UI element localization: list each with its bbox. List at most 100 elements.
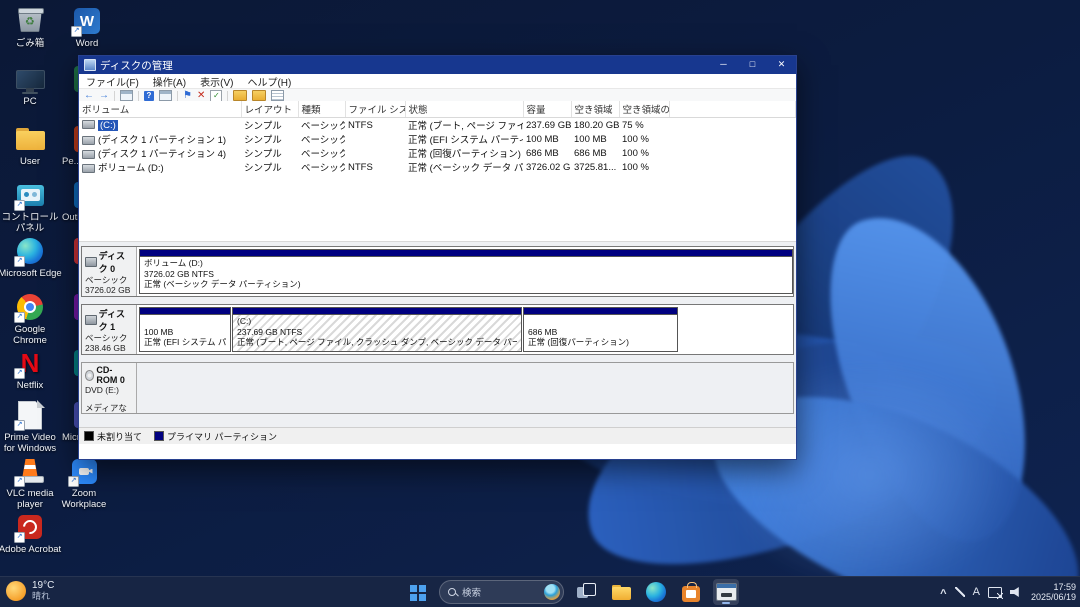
- details-view-icon[interactable]: [271, 90, 284, 101]
- forward-icon[interactable]: →: [99, 91, 109, 101]
- close-button[interactable]: ✕: [767, 56, 796, 74]
- pc-icon: [15, 64, 45, 94]
- col-volume[interactable]: ボリューム: [79, 101, 241, 118]
- file-explorer-icon: [612, 585, 631, 600]
- menu-help[interactable]: ヘルプ(H): [240, 74, 298, 89]
- disk0-row: ディスク 0 ベーシック 3726.02 GB オンライン ボリューム (D:)…: [81, 246, 794, 297]
- volume-row-c[interactable]: (C:) シンプル ベーシック NTFS 正常 (ブート, ページ ファイル, …: [79, 118, 796, 133]
- title-bar[interactable]: ディスクの管理: [79, 56, 796, 74]
- adobe-acrobat-icon: ↗: [15, 512, 45, 542]
- col-free[interactable]: 空き領域: [571, 101, 619, 118]
- col-free-pct[interactable]: 空き領域の割...: [619, 101, 669, 118]
- col-capacity[interactable]: 容量: [523, 101, 571, 118]
- folder-icon[interactable]: [233, 90, 247, 101]
- list-header-row: ボリューム レイアウト 種類 ファイル システム 状態 容量 空き領域 空き領域…: [79, 101, 796, 118]
- desktop-icon-zoom-workplace[interactable]: ↗ Zoom Workplace: [52, 456, 116, 510]
- search-placeholder: 検索: [462, 585, 539, 599]
- shortcut-arrow-icon: ↗: [14, 312, 25, 323]
- desktop-icon-edge[interactable]: ↗ Microsoft Edge: [0, 236, 62, 279]
- shortcut-arrow-icon: ↗: [14, 532, 25, 543]
- shortcut-arrow-icon: ↗: [14, 368, 25, 379]
- window-title: ディスクの管理: [100, 58, 173, 73]
- check-icon[interactable]: ✓: [210, 90, 222, 102]
- legend-unallocated: 未割り当て: [84, 430, 142, 443]
- clock-time: 17:59: [1031, 582, 1076, 592]
- minimize-button[interactable]: ─: [709, 56, 738, 74]
- volume-row-d[interactable]: ボリューム (D:) シンプル ベーシック NTFS 正常 (ベーシック データ…: [79, 160, 796, 174]
- desktop-icon-label: PC: [0, 96, 62, 107]
- cd-icon: [85, 370, 94, 381]
- desktop-icon-control-panel[interactable]: ↗ コントロール パネル: [0, 180, 62, 234]
- col-status[interactable]: 状態: [405, 101, 523, 118]
- file-explorer-button[interactable]: [608, 579, 634, 605]
- edge-icon: ↗: [15, 236, 45, 266]
- start-button[interactable]: [404, 579, 430, 605]
- weather-temp: 19°C: [32, 580, 54, 591]
- cdrom-label[interactable]: CD-ROM 0 DVD (E:) メディアなし: [82, 363, 137, 413]
- help-icon[interactable]: ?: [144, 91, 154, 101]
- desktop-icon-user-folder[interactable]: User: [0, 124, 62, 167]
- partition-recovery[interactable]: 686 MB 正常 (回復パーティション): [523, 307, 678, 352]
- delete-icon[interactable]: ✕: [197, 91, 205, 101]
- folder-icon[interactable]: [252, 90, 266, 101]
- maximize-button[interactable]: □: [738, 56, 767, 74]
- taskbar: 19°C 晴れ 検索 ^ A: [0, 576, 1080, 607]
- desktop-icon-label: Microsoft Edge: [0, 268, 62, 279]
- menu-bar: ファイル(F) 操作(A) 表示(V) ヘルプ(H): [79, 74, 796, 89]
- unallocated-color-swatch: [84, 431, 94, 441]
- pen-icon[interactable]: [955, 587, 965, 597]
- disk-management-taskbar-button[interactable]: [713, 579, 739, 605]
- primary-partition-strip: [140, 250, 792, 257]
- folder-icon: [15, 124, 45, 154]
- window-icon: [84, 59, 96, 71]
- bing-daily-image[interactable]: [544, 584, 560, 600]
- partition-c-selected[interactable]: (C:) 237.69 GB NTFS 正常 (ブート, ページ ファイル, ク…: [232, 307, 522, 352]
- disk0-label[interactable]: ディスク 0 ベーシック 3726.02 GB オンライン: [82, 247, 137, 296]
- menu-view[interactable]: 表示(V): [193, 74, 240, 89]
- disk1-row: ディスク 1 ベーシック 238.46 GB オンライン 100 MB 正常 (…: [81, 304, 794, 355]
- console-window-icon[interactable]: [120, 90, 133, 101]
- shortcut-arrow-icon: ↗: [71, 26, 82, 37]
- menu-action[interactable]: 操作(A): [146, 74, 193, 89]
- volume-list: ボリューム レイアウト 種類 ファイル システム 状態 容量 空き領域 空き領域…: [79, 101, 796, 241]
- drive-icon: [82, 164, 95, 173]
- shortcut-arrow-icon: ↗: [14, 256, 25, 267]
- disk-graphical-pane: ディスク 0 ベーシック 3726.02 GB オンライン ボリューム (D:)…: [79, 241, 796, 444]
- desktop-icon-pc[interactable]: PC: [0, 64, 62, 107]
- network-icon[interactable]: [988, 587, 1002, 598]
- microsoft-store-button[interactable]: [678, 579, 704, 605]
- desktop-icon-recycle-bin[interactable]: ♻ ごみ箱: [0, 6, 62, 49]
- partition-d[interactable]: ボリューム (D:) 3726.02 GB NTFS 正常 (ベーシック データ…: [139, 249, 793, 294]
- col-type[interactable]: 種類: [298, 101, 345, 118]
- flag-icon[interactable]: ⚑: [183, 91, 192, 101]
- edge-button[interactable]: [643, 579, 669, 605]
- console-window-icon[interactable]: [159, 90, 172, 101]
- desktop-icon-word[interactable]: W ↗ Word: [55, 6, 119, 49]
- speaker-icon[interactable]: [1010, 587, 1023, 598]
- back-icon[interactable]: ←: [84, 91, 94, 101]
- shortcut-arrow-icon: ↗: [68, 476, 79, 487]
- search-icon: [448, 588, 457, 597]
- menu-file[interactable]: ファイル(F): [79, 74, 146, 89]
- col-filesystem[interactable]: ファイル システム: [345, 101, 405, 118]
- desktop-icon-chrome[interactable]: ↗ Google Chrome: [0, 292, 62, 346]
- disk1-label[interactable]: ディスク 1 ベーシック 238.46 GB オンライン: [82, 305, 137, 354]
- partition-efi[interactable]: 100 MB 正常 (EFI システム パーティション): [139, 307, 231, 352]
- windows-logo-icon: [410, 585, 417, 592]
- chevron-up-icon[interactable]: ^: [940, 588, 946, 600]
- control-panel-icon: ↗: [15, 180, 45, 210]
- disk-management-icon: [716, 583, 737, 601]
- task-view-button[interactable]: [573, 579, 599, 605]
- volume-row-efi[interactable]: (ディスク 1 パーティション 1) シンプル ベーシック 正常 (EFI シス…: [79, 132, 796, 146]
- ime-indicator[interactable]: A: [973, 586, 980, 598]
- desktop-icon-adobe-acrobat[interactable]: ↗ Adobe Acrobat: [0, 512, 62, 555]
- col-layout[interactable]: レイアウト: [241, 101, 298, 118]
- search-box[interactable]: 検索: [439, 580, 564, 604]
- desktop-icon-prime-video[interactable]: ↗ Prime Video for Windows: [0, 400, 62, 454]
- shortcut-arrow-icon: ↗: [14, 200, 25, 211]
- desktop-icon-netflix[interactable]: N ↗ Netflix: [0, 348, 62, 391]
- clock[interactable]: 17:59 2025/06/19: [1031, 582, 1076, 602]
- volume-row-recovery[interactable]: (ディスク 1 パーティション 4) シンプル ベーシック 正常 (回復パーティ…: [79, 146, 796, 160]
- weather-widget[interactable]: 19°C 晴れ: [6, 580, 54, 601]
- weather-condition: 晴れ: [32, 591, 54, 601]
